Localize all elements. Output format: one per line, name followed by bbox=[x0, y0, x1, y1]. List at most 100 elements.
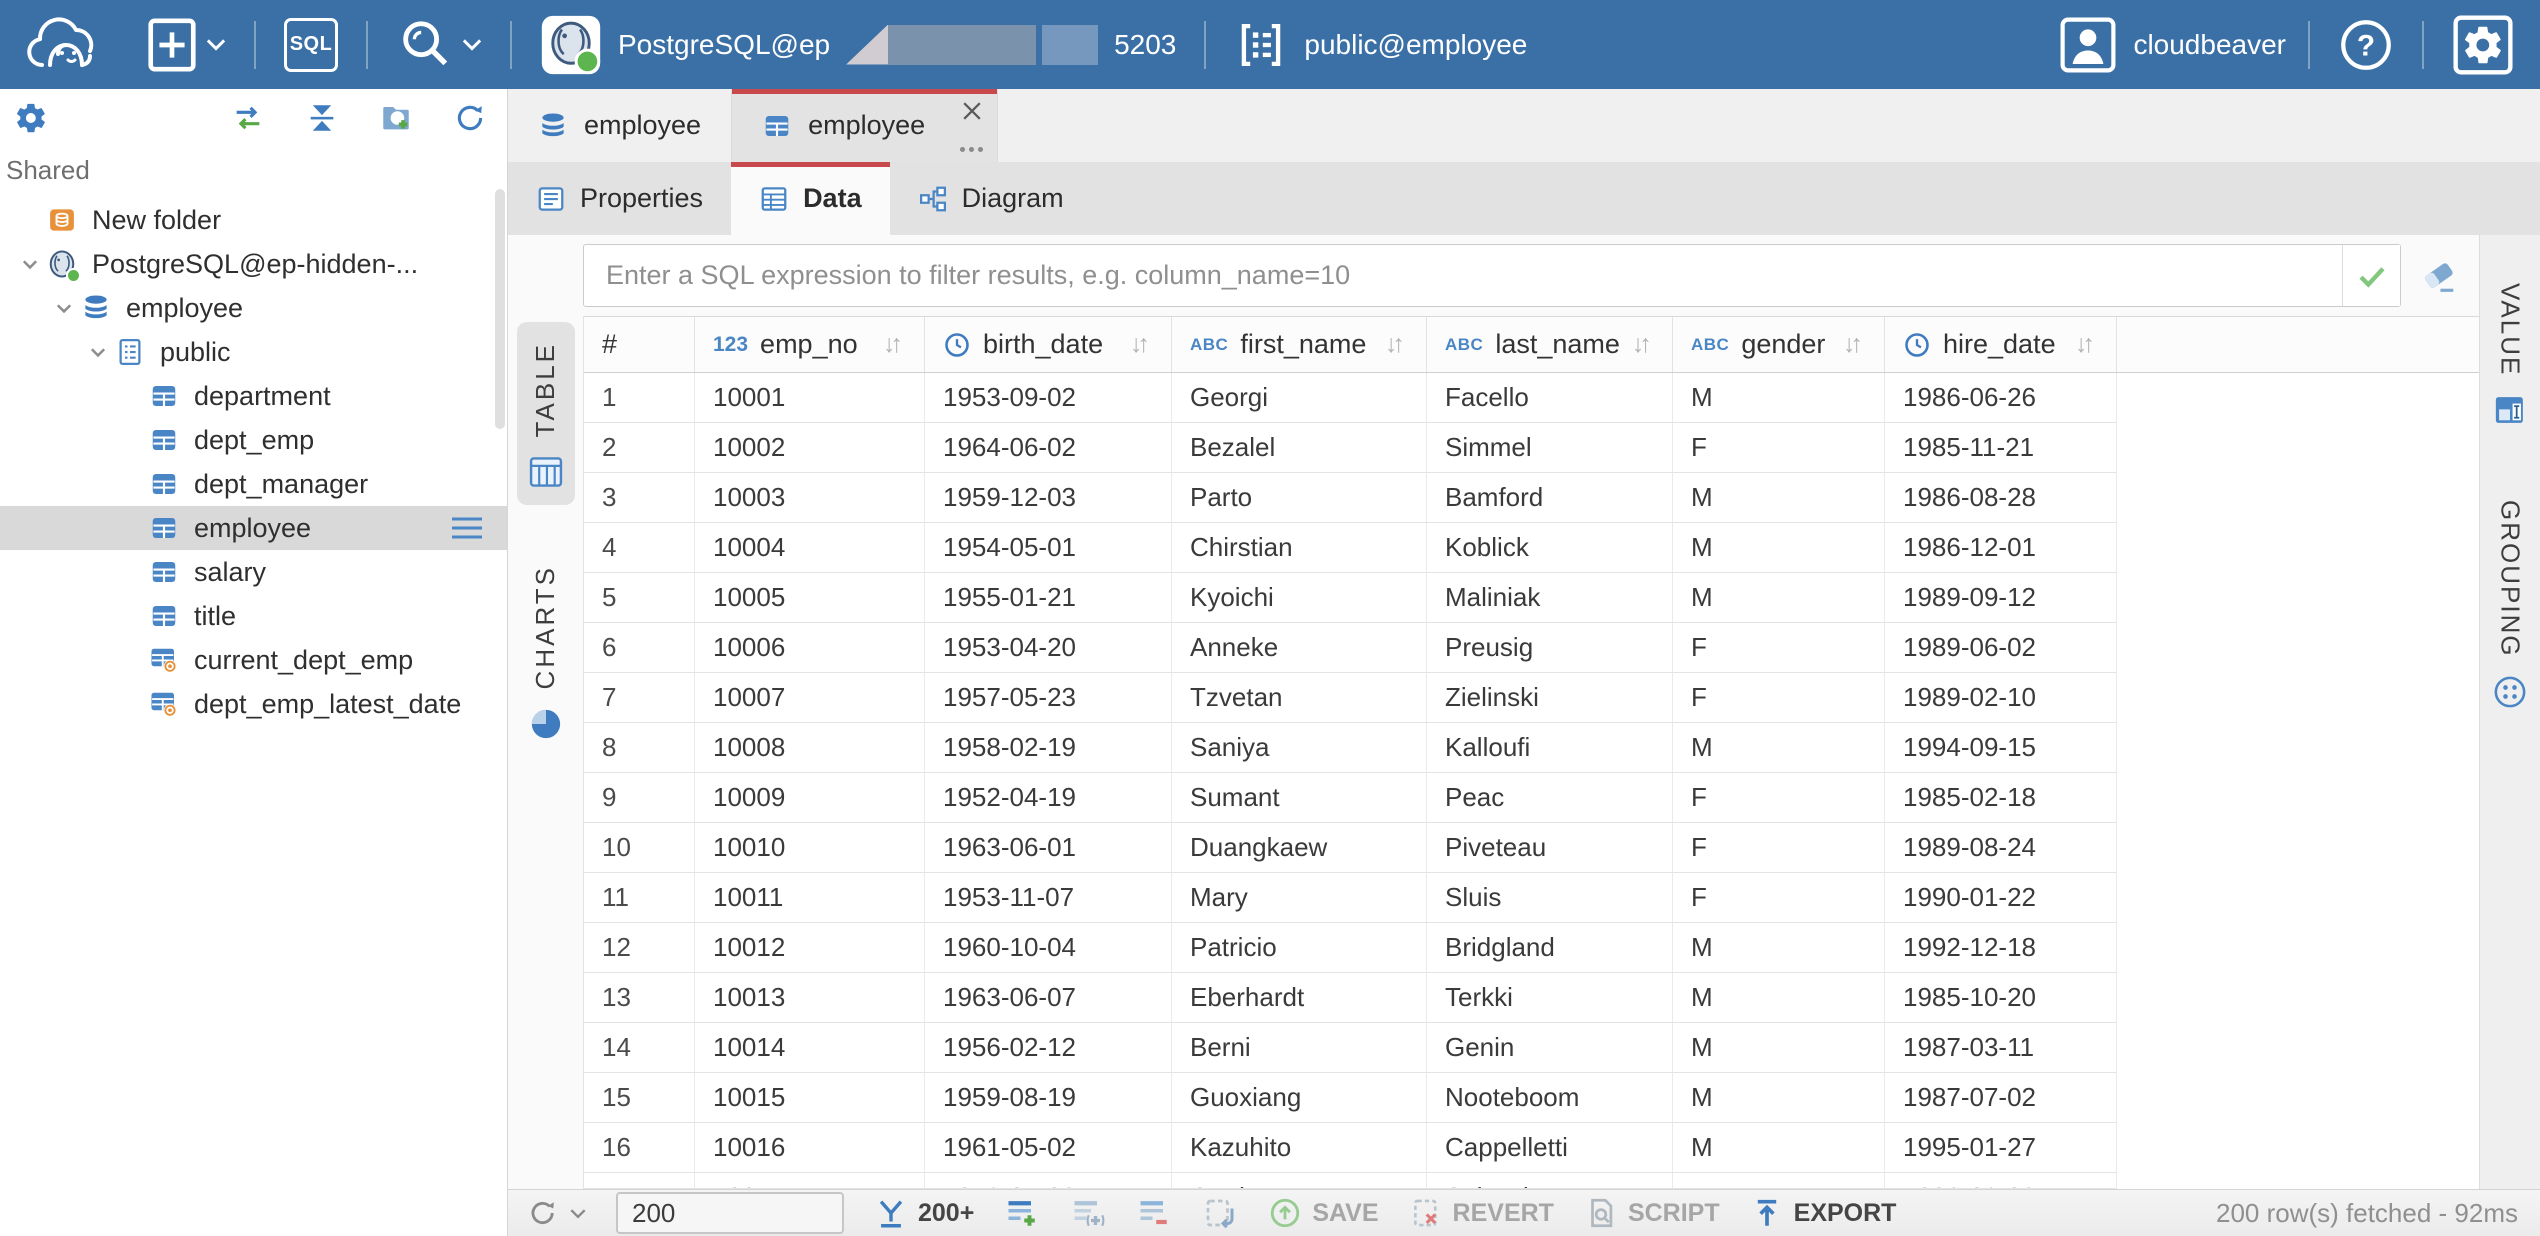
sort-icon[interactable]: ↓↑ bbox=[883, 330, 924, 359]
tab-properties[interactable]: Properties bbox=[508, 162, 731, 235]
refresh-results-button[interactable] bbox=[526, 1196, 586, 1230]
clear-filter-button[interactable] bbox=[2415, 252, 2463, 300]
column-header-first_name[interactable]: ABCfirst_name↓↑ bbox=[1172, 317, 1427, 372]
data-cell[interactable]: 1989-08-24 bbox=[1885, 823, 2117, 873]
data-cell[interactable]: Genin bbox=[1427, 1023, 1673, 1073]
row-number-cell[interactable]: 10 bbox=[584, 823, 695, 873]
data-cell[interactable]: 1959-12-03 bbox=[925, 473, 1172, 523]
column-header-emp_no[interactable]: 123emp_no↓↑ bbox=[695, 317, 925, 372]
data-cell[interactable]: 1957-05-23 bbox=[925, 673, 1172, 723]
help-button[interactable]: ? bbox=[2332, 11, 2400, 79]
row-number-cell[interactable]: 11 bbox=[584, 873, 695, 923]
row-number-cell[interactable]: 17 bbox=[584, 1173, 695, 1189]
row-number-cell[interactable]: 8 bbox=[584, 723, 695, 773]
data-cell[interactable]: 1990-01-22 bbox=[1885, 873, 2117, 923]
data-cell[interactable]: F bbox=[1673, 423, 1885, 473]
data-cell[interactable]: Preusig bbox=[1427, 623, 1673, 673]
tab-data[interactable]: Data bbox=[731, 162, 890, 235]
data-cell[interactable]: 1985-02-18 bbox=[1885, 773, 2117, 823]
data-cell[interactable]: 1995-01-27 bbox=[1885, 1123, 2117, 1173]
data-cell[interactable]: Saniya bbox=[1172, 723, 1427, 773]
new-object-button[interactable] bbox=[140, 10, 232, 80]
data-cell[interactable]: Bezalel bbox=[1172, 423, 1427, 473]
data-cell[interactable]: Cretien bbox=[1172, 1173, 1427, 1189]
data-cell[interactable]: Bamford bbox=[1427, 473, 1673, 523]
data-cell[interactable]: Anneke bbox=[1172, 623, 1427, 673]
data-cell[interactable]: 1987-07-02 bbox=[1885, 1073, 2117, 1123]
data-cell[interactable]: 10016 bbox=[695, 1123, 925, 1173]
data-cell[interactable]: F bbox=[1673, 1173, 1885, 1189]
sort-icon[interactable]: ↓↑ bbox=[2075, 330, 2116, 359]
tree-item-current-dept-emp[interactable]: current_dept_emp bbox=[0, 638, 507, 682]
row-limit-input[interactable] bbox=[616, 1192, 844, 1234]
data-cell[interactable]: Facello bbox=[1427, 373, 1673, 423]
data-cell[interactable]: 1953-09-02 bbox=[925, 373, 1172, 423]
data-cell[interactable]: Eberhardt bbox=[1172, 973, 1427, 1023]
export-button[interactable]: EXPORT bbox=[1750, 1196, 1897, 1230]
tree-item-dept-emp[interactable]: dept_emp bbox=[0, 418, 507, 462]
data-cell[interactable]: 10002 bbox=[695, 423, 925, 473]
data-cell[interactable]: Tzvetan bbox=[1172, 673, 1427, 723]
data-cell[interactable]: Georgi bbox=[1172, 373, 1427, 423]
data-cell[interactable]: 1961-05-02 bbox=[925, 1123, 1172, 1173]
data-cell[interactable]: 10015 bbox=[695, 1073, 925, 1123]
data-cell[interactable]: Cappelletti bbox=[1427, 1123, 1673, 1173]
object-tab-employee[interactable]: employee bbox=[508, 89, 732, 162]
column-header-hire_date[interactable]: hire_date↓↑ bbox=[1885, 317, 2117, 372]
search-tools-button[interactable] bbox=[390, 10, 488, 80]
row-number-cell[interactable]: 6 bbox=[584, 623, 695, 673]
row-number-cell[interactable]: 9 bbox=[584, 773, 695, 823]
data-cell[interactable]: Kazuhito bbox=[1172, 1123, 1427, 1173]
sort-icon[interactable]: ↓↑ bbox=[1385, 330, 1426, 359]
data-cell[interactable]: Sluis bbox=[1427, 873, 1673, 923]
data-cell[interactable]: M bbox=[1673, 373, 1885, 423]
tree-item-salary[interactable]: salary bbox=[0, 550, 507, 594]
data-cell[interactable]: 10003 bbox=[695, 473, 925, 523]
data-cell[interactable]: 1955-01-21 bbox=[925, 573, 1172, 623]
data-cell[interactable]: 10012 bbox=[695, 923, 925, 973]
data-cell[interactable]: Chirstian bbox=[1172, 523, 1427, 573]
data-cell[interactable]: Maliniak bbox=[1427, 573, 1673, 623]
data-cell[interactable]: F bbox=[1673, 673, 1885, 723]
data-cell[interactable]: Piveteau bbox=[1427, 823, 1673, 873]
data-cell[interactable]: 1994-09-15 bbox=[1885, 723, 2117, 773]
sidebar-scrollbar[interactable] bbox=[495, 189, 505, 429]
data-cell[interactable]: Saluzzi bbox=[1427, 1173, 1673, 1189]
data-cell[interactable]: 1959-08-19 bbox=[925, 1073, 1172, 1123]
chevron-down-icon[interactable] bbox=[14, 248, 46, 280]
data-cell[interactable]: Berni bbox=[1172, 1023, 1427, 1073]
data-cell[interactable]: 1958-07-06 bbox=[925, 1173, 1172, 1189]
data-cell[interactable]: 10001 bbox=[695, 373, 925, 423]
data-cell[interactable]: 1989-09-12 bbox=[1885, 573, 2117, 623]
data-cell[interactable]: Zielinski bbox=[1427, 673, 1673, 723]
sidebar-settings-gear-icon[interactable] bbox=[14, 101, 48, 135]
data-cell[interactable]: M bbox=[1673, 573, 1885, 623]
sort-icon[interactable]: ↓↑ bbox=[1843, 330, 1884, 359]
tree-item-dept-manager[interactable]: dept_manager bbox=[0, 462, 507, 506]
data-cell[interactable]: Kyoichi bbox=[1172, 573, 1427, 623]
presentation-tab-table[interactable]: TABLE bbox=[517, 322, 575, 505]
save-button[interactable]: SAVE bbox=[1268, 1196, 1378, 1230]
data-cell[interactable]: Koblick bbox=[1427, 523, 1673, 573]
tree-item-employee[interactable]: employee bbox=[0, 286, 507, 330]
row-number-cell[interactable]: 16 bbox=[584, 1123, 695, 1173]
data-cell[interactable]: Patricio bbox=[1172, 923, 1427, 973]
data-cell[interactable]: 1989-06-02 bbox=[1885, 623, 2117, 673]
data-cell[interactable]: 1986-08-28 bbox=[1885, 473, 2117, 523]
chevron-down-icon[interactable] bbox=[48, 292, 80, 324]
sync-connection-icon[interactable] bbox=[231, 101, 265, 135]
column-header-gender[interactable]: ABCgender↓↑ bbox=[1673, 317, 1885, 372]
data-cell[interactable]: 1964-06-02 bbox=[925, 423, 1172, 473]
data-cell[interactable]: 1958-02-19 bbox=[925, 723, 1172, 773]
row-number-cell[interactable]: 4 bbox=[584, 523, 695, 573]
data-cell[interactable]: 10014 bbox=[695, 1023, 925, 1073]
apply-changes-icon-button[interactable] bbox=[1202, 1195, 1238, 1231]
data-cell[interactable]: 1960-10-04 bbox=[925, 923, 1172, 973]
data-cell[interactable]: 1986-06-26 bbox=[1885, 373, 2117, 423]
column-header-rownum[interactable]: # bbox=[584, 317, 695, 372]
data-cell[interactable]: 1963-06-07 bbox=[925, 973, 1172, 1023]
data-cell[interactable]: 10006 bbox=[695, 623, 925, 673]
data-cell[interactable]: 10009 bbox=[695, 773, 925, 823]
data-cell[interactable]: M bbox=[1673, 473, 1885, 523]
tree-item-new-folder[interactable]: New folder bbox=[0, 198, 507, 242]
